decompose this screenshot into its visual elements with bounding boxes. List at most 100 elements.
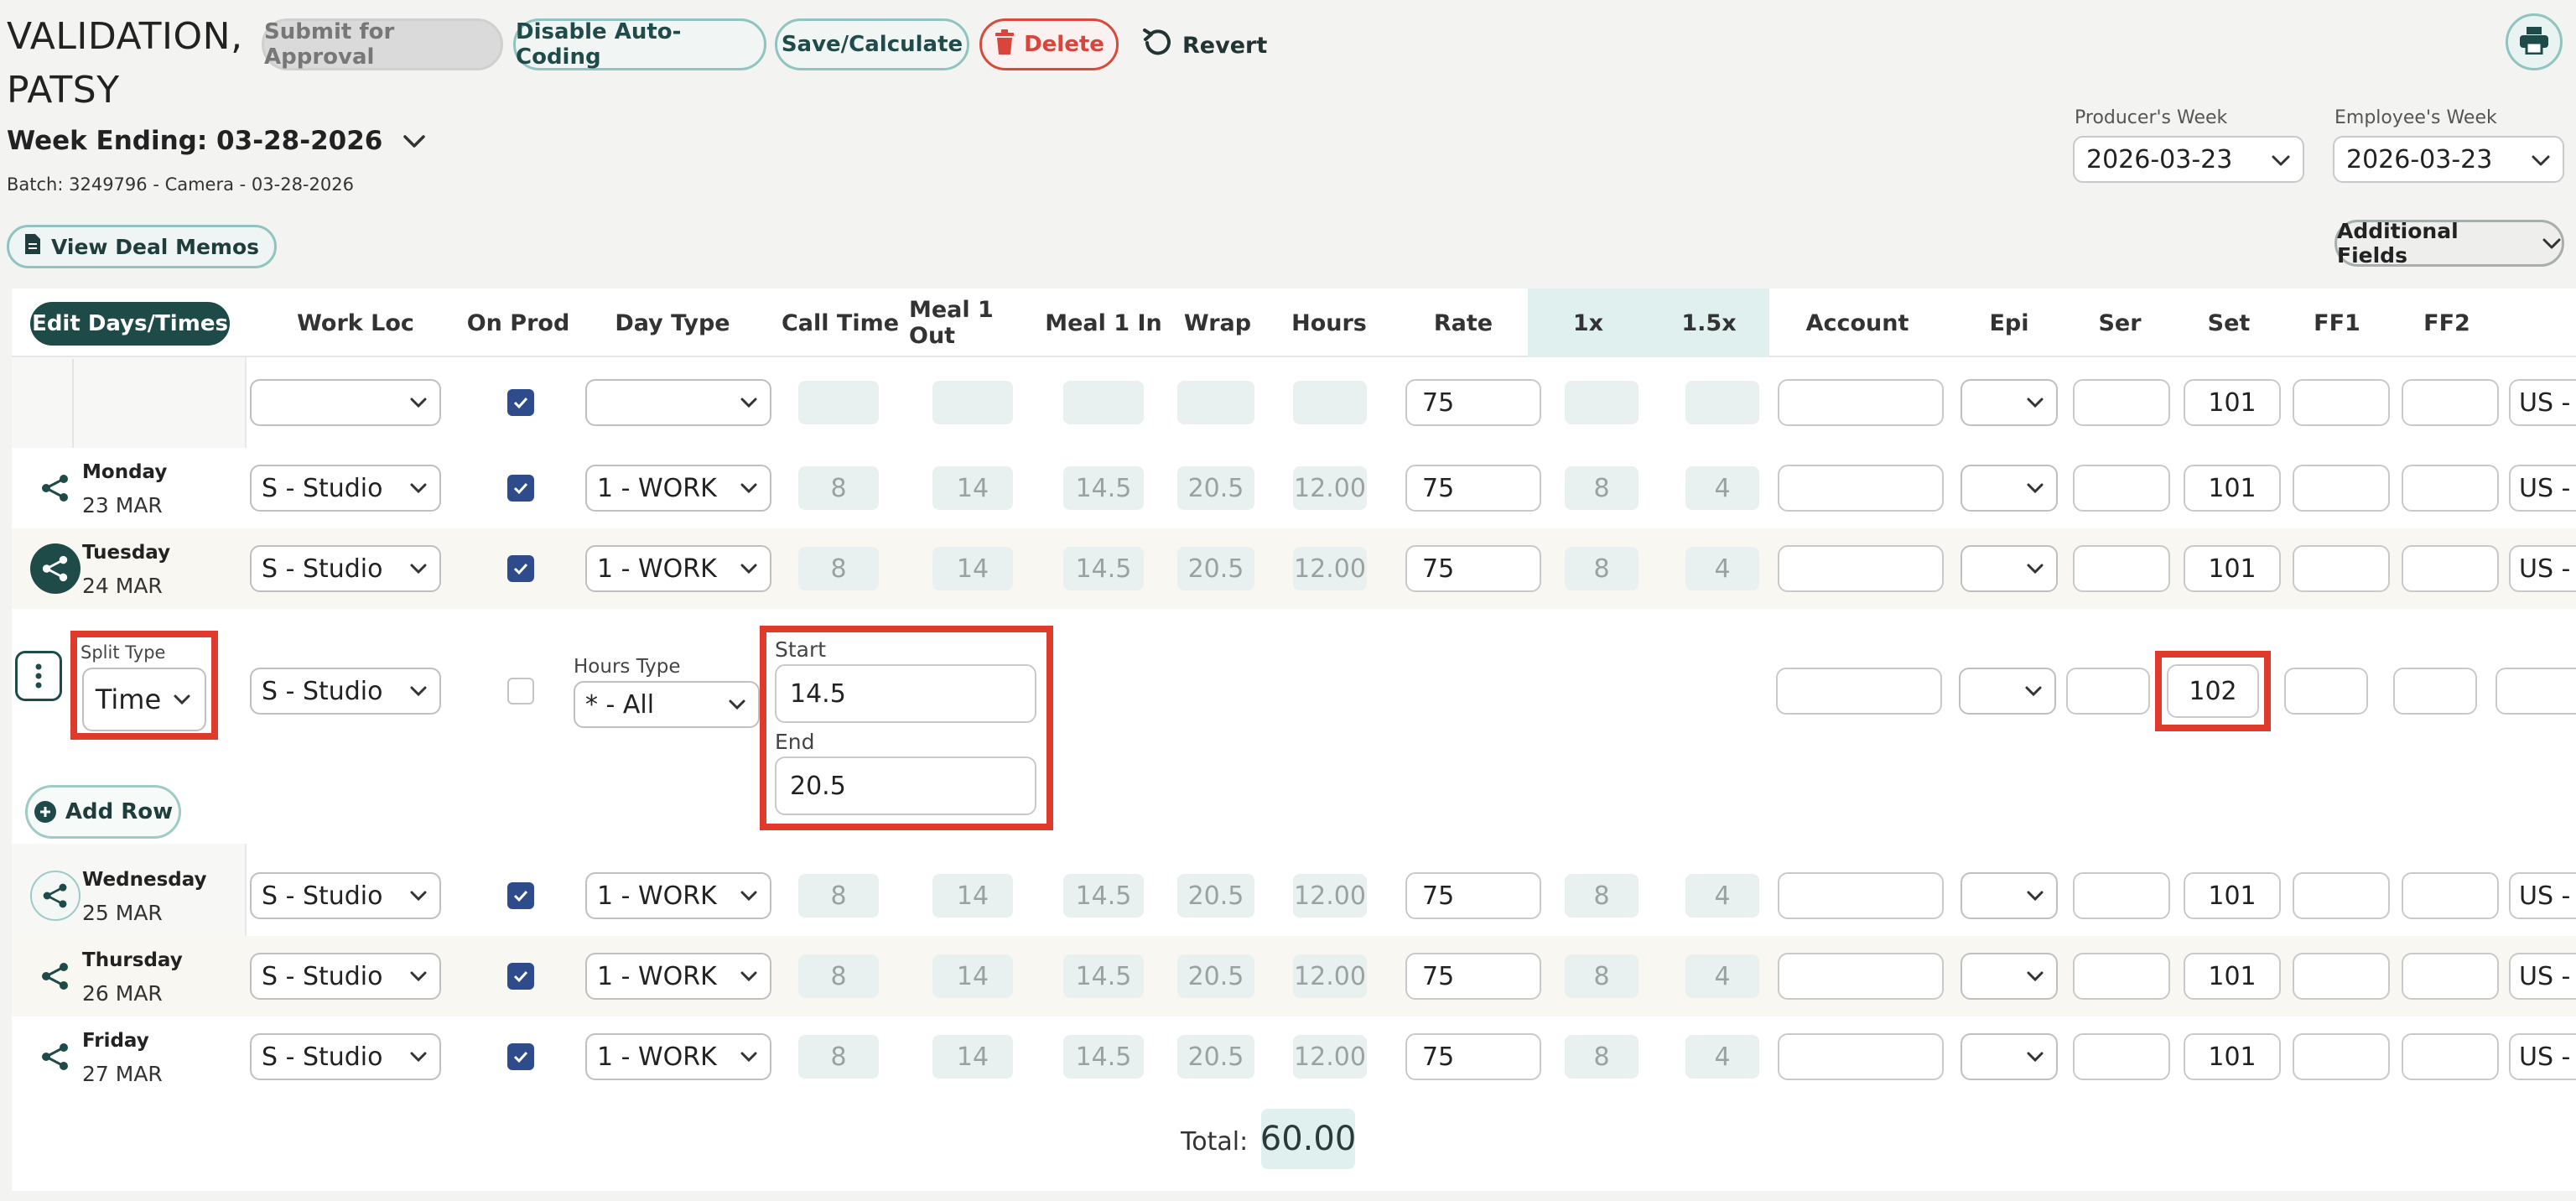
additional-fields-button[interactable]: Additional Fields: [2334, 219, 2564, 268]
on-prod-checkbox[interactable]: [507, 882, 534, 909]
work-loc-select[interactable]: S - Studio: [250, 1033, 441, 1080]
epi-select[interactable]: [1961, 379, 2058, 426]
on-prod-checkbox[interactable]: [507, 678, 534, 704]
currency-select[interactable]: [2496, 668, 2576, 715]
print-button[interactable]: [2506, 13, 2563, 70]
account-input[interactable]: [1778, 465, 1944, 512]
account-input[interactable]: [1776, 668, 1942, 715]
set-input[interactable]: 101: [2184, 465, 2281, 512]
currency-select[interactable]: US - U: [2509, 953, 2576, 1000]
rate-input[interactable]: 75: [1405, 953, 1541, 1000]
day-type-select[interactable]: 1 - WORK: [585, 953, 771, 1000]
ser-input[interactable]: [2073, 953, 2170, 1000]
ff1-input[interactable]: [2284, 668, 2368, 715]
ff1-input[interactable]: [2293, 379, 2390, 426]
ser-input[interactable]: [2073, 465, 2170, 512]
currency-select[interactable]: US - U: [2509, 465, 2576, 512]
set-input[interactable]: 101: [2184, 379, 2281, 426]
ff2-input[interactable]: [2402, 379, 2499, 426]
split-share-icon[interactable]: [30, 951, 80, 1001]
epi-select[interactable]: [1961, 1033, 2058, 1080]
end-input[interactable]: 20.5: [775, 756, 1036, 815]
day-type-select[interactable]: [585, 379, 771, 426]
employees-week-select[interactable]: 2026-03-23: [2333, 136, 2564, 183]
rate-input[interactable]: 75: [1405, 379, 1541, 426]
revert-button[interactable]: Revert: [1142, 25, 1267, 65]
rate-input[interactable]: 75: [1405, 465, 1541, 512]
work-loc-select[interactable]: [250, 379, 441, 426]
currency-select[interactable]: US - U: [2509, 379, 2576, 426]
on-prod-checkbox[interactable]: [507, 389, 534, 416]
currency-select[interactable]: US - U: [2509, 545, 2576, 592]
edit-days-times-button[interactable]: Edit Days/Times: [30, 302, 230, 346]
ser-input[interactable]: [2073, 872, 2170, 919]
ser-input[interactable]: [2073, 1033, 2170, 1080]
set-input[interactable]: 101: [2184, 953, 2281, 1000]
add-row-button[interactable]: Add Row: [25, 785, 181, 839]
ser-input[interactable]: [2073, 379, 2170, 426]
currency-select[interactable]: US - U: [2509, 1033, 2576, 1080]
on-prod-checkbox[interactable]: [507, 1043, 534, 1070]
set-input[interactable]: 101: [2184, 1033, 2281, 1080]
producers-week-select[interactable]: 2026-03-23: [2073, 136, 2304, 183]
set-input[interactable]: 101: [2184, 545, 2281, 592]
epi-select[interactable]: [1961, 465, 2058, 512]
on-prod-checkbox[interactable]: [507, 963, 534, 990]
1-5x-field: [1685, 381, 1759, 424]
set-input[interactable]: 101: [2184, 872, 2281, 919]
day-type-select[interactable]: 1 - WORK: [585, 465, 771, 512]
ff1-input[interactable]: [2293, 545, 2390, 592]
rate-input[interactable]: 75: [1405, 545, 1541, 592]
split-share-icon[interactable]: [30, 543, 80, 594]
hours-type-select[interactable]: * - All: [574, 681, 760, 728]
split-share-icon[interactable]: [30, 871, 80, 921]
ff1-input[interactable]: [2293, 872, 2390, 919]
split-share-icon[interactable]: [30, 463, 80, 513]
account-input[interactable]: [1778, 953, 1944, 1000]
ff1-input[interactable]: [2293, 953, 2390, 1000]
rate-input[interactable]: 75: [1405, 872, 1541, 919]
save-calculate-button[interactable]: Save/Calculate: [775, 18, 969, 70]
split-share-icon[interactable]: [30, 1032, 80, 1082]
work-loc-select[interactable]: S - Studio: [250, 465, 441, 512]
epi-select[interactable]: [1961, 872, 2058, 919]
delete-button[interactable]: Delete: [979, 18, 1119, 70]
on-prod-checkbox[interactable]: [507, 475, 534, 502]
account-input[interactable]: [1778, 545, 1944, 592]
work-loc-select[interactable]: S - Studio: [250, 872, 441, 919]
ser-input[interactable]: [2066, 668, 2150, 715]
more-options-button[interactable]: [15, 651, 62, 701]
on-prod-checkbox[interactable]: [507, 555, 534, 582]
split-type-select[interactable]: Time: [82, 668, 206, 731]
submit-for-approval-button[interactable]: Submit for Approval: [262, 18, 503, 70]
disable-auto-coding-button[interactable]: Disable Auto-Coding: [513, 18, 766, 70]
ff2-input[interactable]: [2402, 465, 2499, 512]
ff2-input[interactable]: [2402, 1033, 2499, 1080]
day-type-select[interactable]: 1 - WORK: [585, 545, 771, 592]
day-type-select[interactable]: 1 - WORK: [585, 1033, 771, 1080]
ff2-input[interactable]: [2402, 545, 2499, 592]
day-date: 27 MAR: [82, 1062, 163, 1086]
set-input[interactable]: 102: [2167, 664, 2259, 718]
work-loc-select[interactable]: S - Studio: [250, 953, 441, 1000]
account-input[interactable]: [1778, 1033, 1944, 1080]
account-input[interactable]: [1778, 872, 1944, 919]
ff1-input[interactable]: [2293, 465, 2390, 512]
view-deal-memos-button[interactable]: View Deal Memos: [7, 225, 278, 268]
currency-select[interactable]: US - U: [2509, 872, 2576, 919]
account-input[interactable]: [1778, 379, 1944, 426]
epi-select[interactable]: [1959, 668, 2056, 715]
rate-input[interactable]: 75: [1405, 1033, 1541, 1080]
work-loc-select[interactable]: S - Studio: [250, 668, 441, 715]
week-ending-selector[interactable]: Week Ending: 03-28-2026: [7, 126, 426, 156]
ff2-input[interactable]: [2402, 872, 2499, 919]
ff2-input[interactable]: [2402, 953, 2499, 1000]
ff2-input[interactable]: [2393, 668, 2477, 715]
day-type-select[interactable]: 1 - WORK: [585, 872, 771, 919]
work-loc-select[interactable]: S - Studio: [250, 545, 441, 592]
epi-select[interactable]: [1961, 953, 2058, 1000]
ff1-input[interactable]: [2293, 1033, 2390, 1080]
start-input[interactable]: 14.5: [775, 664, 1036, 723]
epi-select[interactable]: [1961, 545, 2058, 592]
ser-input[interactable]: [2073, 545, 2170, 592]
